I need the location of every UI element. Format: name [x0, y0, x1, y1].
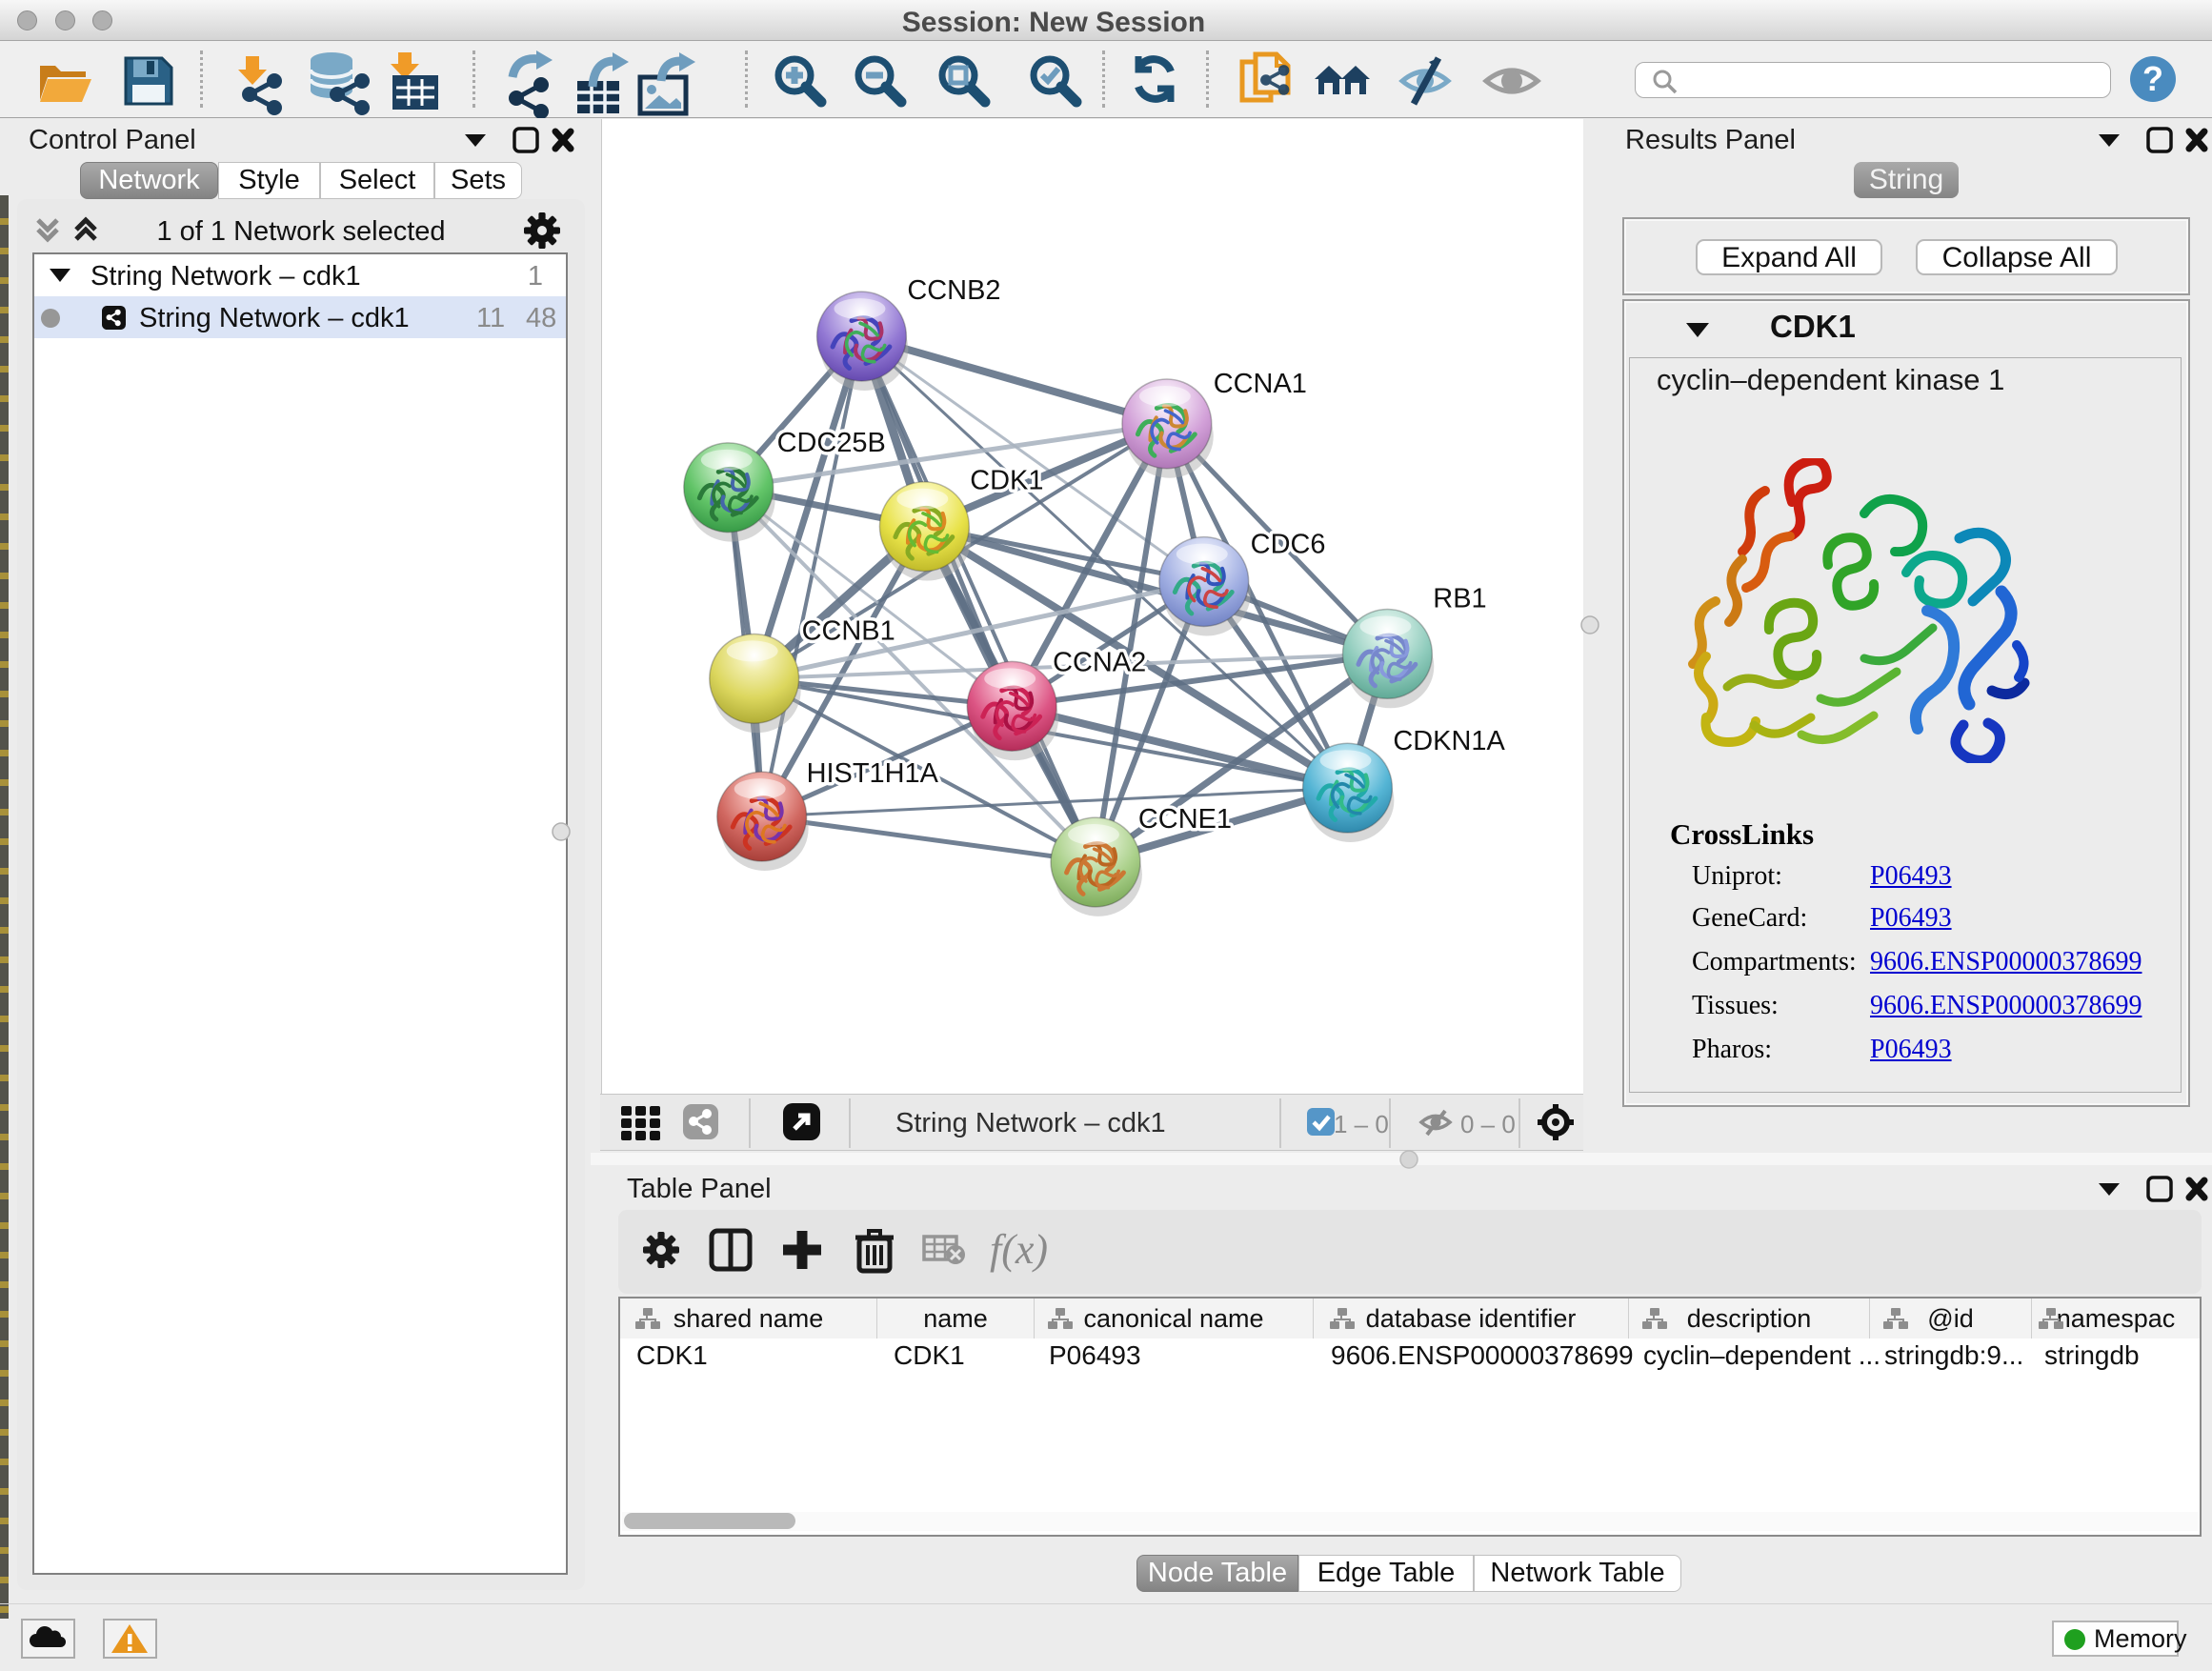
svg-text:CDK1: CDK1 [970, 466, 1043, 496]
svg-text:CCNA2: CCNA2 [1053, 647, 1146, 677]
svg-text:CCNA1: CCNA1 [1214, 369, 1307, 399]
svg-text:CDC6: CDC6 [1251, 530, 1326, 560]
svg-text:CDKN1A: CDKN1A [1393, 726, 1505, 756]
svg-text:CDC25B: CDC25B [777, 428, 886, 458]
svg-text:CCNB1: CCNB1 [802, 615, 895, 646]
svg-text:?: ? [2142, 59, 2163, 98]
svg-text:f(x): f(x) [990, 1227, 1048, 1273]
svg-text:CCNE1: CCNE1 [1138, 804, 1232, 835]
svg-text:CCNB2: CCNB2 [907, 275, 1000, 306]
svg-text:HIST1H1A: HIST1H1A [807, 758, 939, 789]
svg-text:RB1: RB1 [1433, 583, 1486, 614]
